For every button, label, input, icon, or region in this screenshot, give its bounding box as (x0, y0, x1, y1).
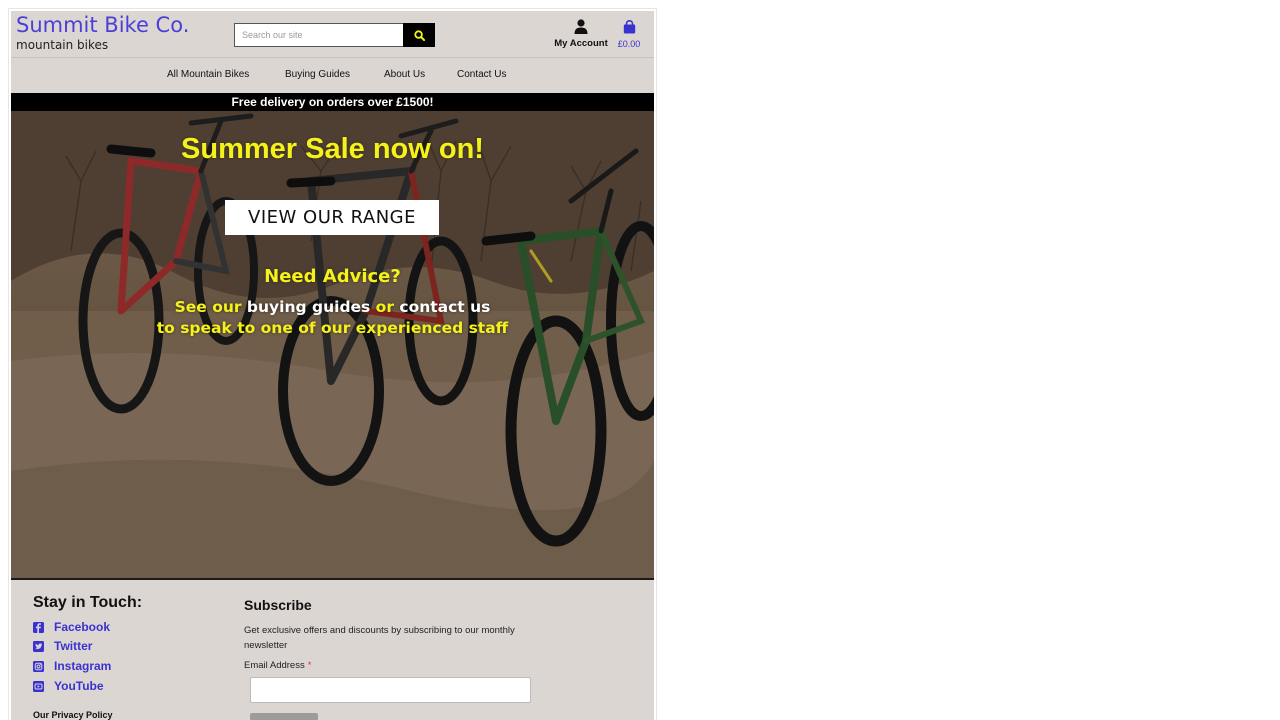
social-link-instagram[interactable]: Instagram (33, 658, 111, 674)
social-link-youtube[interactable]: YouTube (33, 678, 104, 694)
advice-title: Need Advice? (264, 266, 401, 287)
privacy-policy-link[interactable]: Our Privacy Policy (33, 710, 113, 720)
email-address-label-text: Email Address (244, 660, 305, 671)
brand-name[interactable]: Summit Bike Co. (16, 13, 189, 37)
required-marker: * (307, 660, 312, 671)
subscribe-heading: Subscribe (244, 597, 312, 613)
cart-total: £0.00 (617, 39, 641, 49)
advice-text-staff: to speak to one of our experienced staff (156, 319, 509, 337)
subscribe-button[interactable] (250, 713, 318, 720)
main-nav: All Mountain Bikes Buying Guides About U… (11, 58, 654, 92)
my-account-link[interactable]: My Account (551, 19, 611, 53)
shopping-bag-icon (623, 20, 636, 34)
cart-link[interactable]: £0.00 (613, 19, 645, 53)
nav-item-buying-guides[interactable]: Buying Guides (285, 69, 350, 80)
subscribe-description: Get exclusive offers and discounts by su… (244, 625, 515, 651)
brand-tagline: mountain bikes (16, 38, 109, 52)
view-range-button[interactable]: VIEW OUR RANGE (225, 200, 439, 235)
email-field[interactable] (250, 677, 531, 703)
search-icon (413, 29, 425, 41)
advice-text-or: or (370, 298, 400, 316)
social-label-instagram: Instagram (54, 659, 112, 673)
site-header: Summit Bike Co. mountain bikes My Accoun… (11, 11, 654, 57)
twitter-icon (33, 640, 44, 652)
contact-us-link[interactable]: contact us (399, 298, 490, 316)
youtube-icon (33, 680, 44, 692)
social-link-facebook[interactable]: Facebook (33, 619, 110, 635)
stay-in-touch-heading: Stay in Touch: (33, 594, 143, 611)
nav-item-all-mountain-bikes[interactable]: All Mountain Bikes (167, 69, 249, 80)
social-label-facebook: Facebook (54, 620, 111, 634)
nav-item-about-us[interactable]: About Us (384, 69, 425, 80)
delivery-banner: Free delivery on orders over £1500! (11, 93, 654, 111)
hero-title: Summer Sale now on! (181, 133, 484, 165)
advice-line-1: See our buying guides or contact us (11, 298, 654, 316)
my-account-label: My Account (554, 38, 608, 49)
advice-text-see-our: See our (174, 298, 247, 316)
social-link-twitter[interactable]: Twitter (33, 638, 92, 654)
email-address-label: Email Address * (244, 660, 311, 671)
hero-section: Summer Sale now on! VIEW OUR RANGE Need … (11, 111, 654, 578)
advice-line-2: to speak to one of our experienced staff (11, 319, 654, 337)
buying-guides-link[interactable]: buying guides (247, 298, 370, 316)
hero-background-image (11, 111, 654, 578)
search-button[interactable] (403, 23, 435, 47)
page: Summit Bike Co. mountain bikes My Accoun… (11, 11, 654, 720)
instagram-icon (33, 660, 44, 672)
facebook-icon (33, 621, 44, 633)
user-icon (574, 19, 588, 34)
social-label-youtube: YouTube (54, 679, 104, 693)
site-footer: Stay in Touch: Facebook Twitter Instagra… (11, 580, 654, 720)
nav-item-contact-us[interactable]: Contact Us (457, 69, 506, 80)
social-label-twitter: Twitter (54, 639, 93, 653)
search-input[interactable] (234, 23, 404, 47)
